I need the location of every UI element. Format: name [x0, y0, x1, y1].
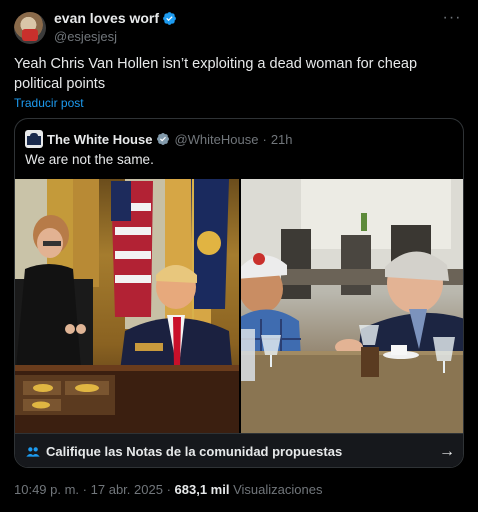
tweet-header: evan loves worf @esjesjesj ··· [14, 10, 464, 46]
people-icon [26, 447, 40, 457]
quoted-time: 21h [270, 131, 293, 147]
author-handle[interactable]: @esjesjesj [54, 29, 177, 44]
quoted-tweet[interactable]: The White House @WhiteHouse · 21h We are… [14, 118, 464, 468]
tweet-text: Yeah Chris Van Hollen isn’t exploiting a… [14, 56, 418, 92]
meta-separator: · [82, 482, 88, 497]
quoted-display-name: The White House [47, 131, 153, 147]
arrow-right-icon[interactable]: → [439, 443, 455, 461]
meta-separator: · [166, 482, 171, 497]
tweet-meta: 10:49 p. m. · 17 abr. 2025 · 683,1 mil V… [14, 482, 322, 497]
translate-post-link[interactable]: Traducir post [14, 96, 84, 110]
quoted-media[interactable] [15, 179, 463, 433]
quoted-tweet-text: We are not the same. [25, 152, 154, 167]
tweet-date[interactable]: 17 abr. 2025 [91, 482, 163, 497]
user-avatar[interactable] [14, 12, 46, 44]
quoted-tweet-header: The White House @WhiteHouse · 21h [25, 130, 293, 148]
oval-office-photo[interactable] [15, 179, 239, 433]
quoted-handle: @WhiteHouse [174, 131, 259, 147]
views-label: Visualizaciones [233, 482, 323, 497]
verified-badge-icon [162, 11, 177, 26]
author-display-name-text: evan loves worf [54, 10, 160, 26]
more-dots-icon[interactable]: ··· [440, 10, 464, 30]
quoted-separator: · [262, 131, 267, 147]
community-notes-label: Califique las Notas de la comunidad prop… [46, 444, 343, 459]
views-count: 683,1 mil [174, 482, 230, 497]
author-names: evan loves worf @esjesjesj [54, 10, 177, 44]
community-notes-prompt[interactable]: Califique las Notas de la comunidad prop… [15, 433, 463, 467]
tweet-time[interactable]: 10:49 p. m. [14, 482, 79, 497]
quoted-verified-badge-icon [156, 132, 170, 146]
restaurant-meeting-photo[interactable] [241, 179, 463, 433]
author-display-name[interactable]: evan loves worf [54, 10, 177, 26]
white-house-avatar [25, 130, 43, 148]
